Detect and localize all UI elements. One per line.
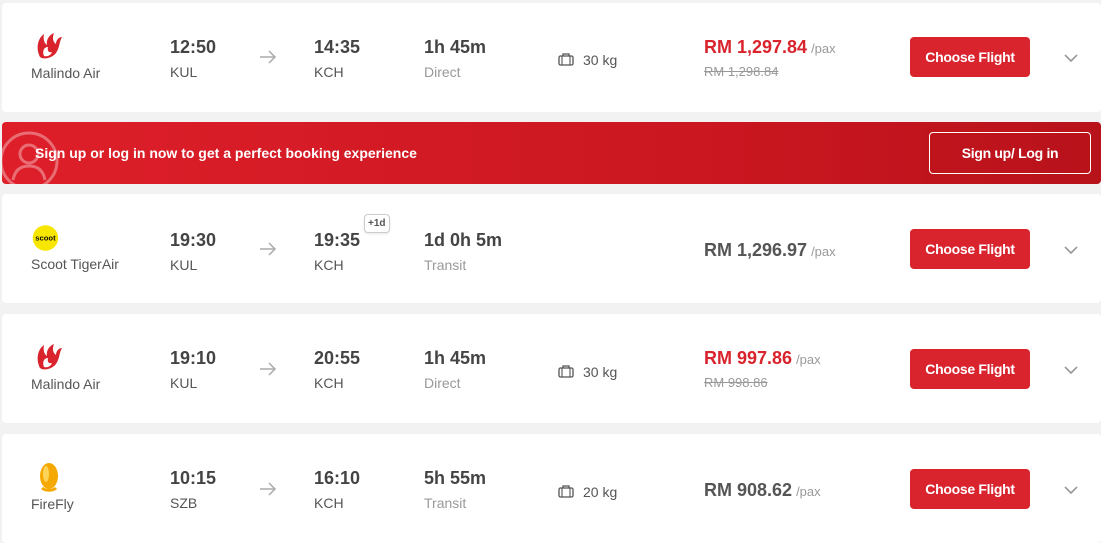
malindo-logo-icon (37, 33, 62, 59)
stops-label: Transit (424, 257, 467, 273)
choose-flight-button[interactable]: Choose Flight (910, 349, 1030, 389)
per-pax-label: /pax (811, 244, 836, 259)
baggage-allowance: 30 kg (583, 52, 618, 68)
baggage-allowance: 30 kg (583, 364, 618, 380)
airline-name: FireFly (31, 496, 74, 512)
stops-label: Direct (424, 64, 461, 80)
banner-message: Sign up or log in now to get a perfect b… (35, 145, 417, 161)
sign-up-login-button[interactable]: Sign up/ Log in (929, 132, 1091, 174)
departure-airport: KUL (170, 257, 198, 273)
arrival-airport: KCH (314, 64, 344, 80)
flight-card[interactable]: scoot Scoot TigerAir 19:30 KUL 19:35 +1d… (2, 194, 1101, 303)
firefly-logo-icon (40, 463, 58, 492)
scoot-logo-icon: scoot (32, 225, 59, 251)
per-pax-label: /pax (796, 484, 821, 499)
chevron-down-icon[interactable] (1063, 245, 1079, 255)
original-price: RM 998.86 (704, 375, 768, 390)
price-value: RM 1,297.84 (704, 37, 808, 57)
arrow-right-icon (260, 362, 277, 376)
arrow-right-icon (260, 242, 277, 256)
arrival-time: 14:35 (314, 37, 361, 57)
departure-time: 10:15 (170, 468, 217, 488)
arrival-airport: KCH (314, 495, 344, 511)
flight-card[interactable]: Malindo Air 19:10 KUL 20:55 KCH 1h 45m D… (2, 314, 1101, 423)
malindo-logo-icon (37, 344, 62, 370)
departure-time: 19:30 (170, 230, 217, 250)
arrival-time: 19:35 (314, 230, 361, 250)
baggage-allowance: 20 kg (583, 484, 618, 500)
flight-card[interactable]: FireFly 10:15 SZB 16:10 KCH 5h 55m Trans… (2, 434, 1101, 543)
flight-duration: 1d 0h 5m (424, 230, 503, 250)
per-pax-label: /pax (796, 352, 821, 367)
price-value: RM 1,296.97 (704, 240, 808, 260)
stops-label: Direct (424, 375, 461, 391)
arrival-time: 20:55 (314, 348, 361, 368)
price-value: RM 908.62 (704, 480, 793, 500)
flight-duration: 1h 45m (424, 348, 487, 368)
chevron-down-icon[interactable] (1063, 365, 1079, 375)
arrow-right-icon (260, 482, 277, 496)
flight-duration: 5h 55m (424, 468, 487, 488)
baggage-icon (558, 485, 574, 498)
airline-name: Malindo Air (31, 65, 101, 81)
chevron-down-icon[interactable] (1063, 485, 1079, 495)
arrow-right-icon (260, 50, 277, 64)
next-day-badge: +1d (364, 214, 390, 233)
baggage-icon (558, 53, 574, 66)
arrival-airport: KCH (314, 257, 344, 273)
original-price: RM 1,298.84 (704, 64, 779, 79)
price: RM 1,296.97/pax (704, 240, 836, 261)
price: RM 1,297.84/pax (704, 37, 836, 58)
departure-airport: KUL (170, 375, 198, 391)
departure-airport: KUL (170, 64, 198, 80)
departure-airport: SZB (170, 495, 198, 511)
choose-flight-button[interactable]: Choose Flight (910, 469, 1030, 509)
departure-time: 19:10 (170, 348, 217, 368)
per-pax-label: /pax (811, 41, 836, 56)
airline-name: Malindo Air (31, 376, 101, 392)
chevron-down-icon[interactable] (1063, 53, 1079, 63)
price-value: RM 997.86 (704, 348, 793, 368)
arrival-time: 16:10 (314, 468, 361, 488)
choose-flight-button[interactable]: Choose Flight (910, 37, 1030, 77)
flight-card[interactable]: Malindo Air 12:50 KUL 14:35 KCH 1h 45m D… (2, 3, 1101, 112)
price: RM 908.62/pax (704, 480, 821, 501)
scoot-logo-text: scoot (35, 234, 56, 243)
stops-label: Transit (424, 495, 467, 511)
price: RM 997.86/pax (704, 348, 821, 369)
arrival-airport: KCH (314, 375, 344, 391)
airline-name: Scoot TigerAir (31, 256, 119, 272)
departure-time: 12:50 (170, 37, 217, 57)
flight-duration: 1h 45m (424, 37, 487, 57)
login-banner: Sign up or log in now to get a perfect b… (2, 122, 1101, 184)
choose-flight-button[interactable]: Choose Flight (910, 229, 1030, 269)
baggage-icon (558, 365, 574, 378)
